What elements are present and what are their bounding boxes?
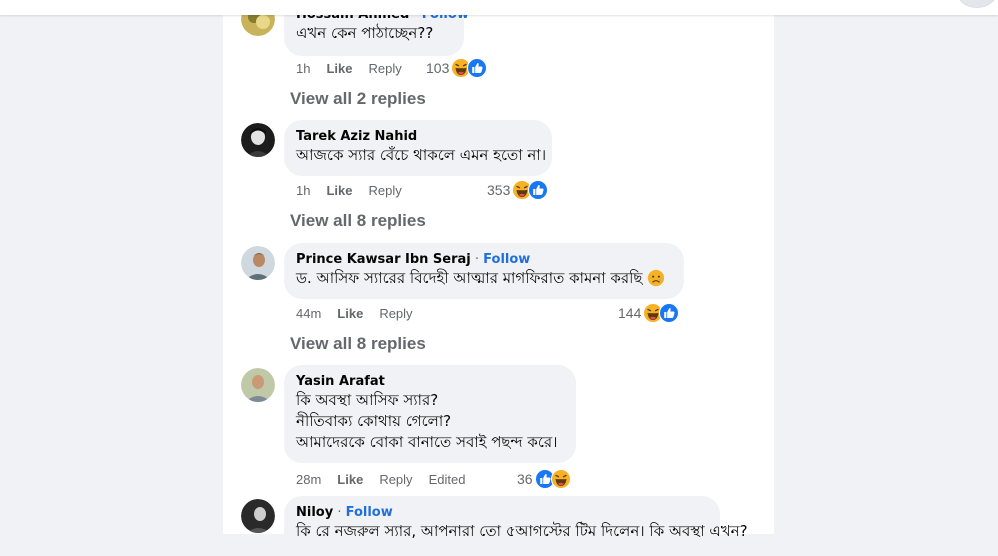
comment-author[interactable]: Yasin Arafat	[296, 374, 385, 389]
comment-author-line: Prince Kawsar Ibn Seraj · Follow	[296, 251, 672, 268]
comment-author-line: Tarek Aziz Nahid	[296, 128, 540, 145]
comment-actions: 28m Like Reply Edited	[296, 472, 481, 488]
haha-icon	[550, 469, 571, 489]
reaction-count: 144	[618, 305, 642, 321]
like-icon	[528, 180, 549, 200]
comments-panel: Hossain Ahmed · Follow এখন কেন পাঠাচ্ছেন…	[223, 0, 774, 556]
separator-dot: ·	[333, 505, 346, 520]
reaction-summary[interactable]: 103	[426, 58, 488, 78]
comment-text: কি অবস্থা আসিফ স্যার?	[296, 391, 439, 409]
account-avatar[interactable]	[956, 0, 998, 8]
like-button[interactable]: Like	[337, 472, 363, 488]
comment-author-line: Niloy · Follow	[296, 504, 708, 521]
comment-text: নীতিবাক্য কোথায় গেলো?	[296, 412, 452, 430]
view-replies-link[interactable]: View all 8 replies	[290, 211, 426, 231]
comment-author-line: Yasin Arafat	[296, 373, 564, 390]
comment-bubble: Prince Kawsar Ibn Seraj · Follow ড. আসিফ…	[284, 243, 684, 299]
top-bar	[0, 0, 998, 15]
like-button[interactable]: Like	[337, 306, 363, 322]
avatar[interactable]	[241, 123, 275, 157]
reaction-count: 103	[426, 60, 450, 76]
comment-text: আমাদেরকে বোকা বানাতে সবাই পছন্দ করে।	[296, 433, 558, 451]
sad-face-icon	[648, 269, 665, 287]
reaction-summary[interactable]: 353	[487, 180, 549, 200]
comment-author[interactable]: Tarek Aziz Nahid	[296, 129, 417, 144]
reaction-summary[interactable]: 144	[618, 303, 680, 323]
reaction-count: 36	[517, 471, 533, 487]
comment-timestamp[interactable]: 44m	[296, 306, 321, 322]
avatar[interactable]	[241, 368, 275, 402]
avatar[interactable]	[241, 246, 275, 280]
reaction-count: 353	[487, 182, 511, 198]
comment-author[interactable]: Prince Kawsar Ibn Seraj	[296, 252, 471, 267]
view-replies-link[interactable]: View all 8 replies	[290, 334, 426, 354]
comment-timestamp[interactable]: 1h	[296, 183, 310, 199]
reply-button[interactable]: Reply	[379, 472, 412, 488]
comment-bubble: Yasin Arafat কি অবস্থা আসিফ স্যার? নীতিব…	[284, 365, 576, 463]
comment-actions: 1h Like Reply	[296, 61, 418, 77]
edited-label[interactable]: Edited	[429, 472, 466, 488]
comment-author[interactable]: Niloy	[296, 505, 333, 520]
like-icon	[467, 58, 488, 78]
reply-button[interactable]: Reply	[379, 306, 412, 322]
reaction-summary[interactable]: 36	[517, 469, 571, 489]
comment-timestamp[interactable]: 28m	[296, 472, 321, 488]
comment-bubble: Niloy · Follow কি রে নজরুল স্যার, আপনারা…	[284, 496, 748, 556]
comment-text: এখন কেন পাঠাচ্ছেন??	[296, 24, 434, 42]
comment-text-line: ড. আসিফ স্যারের বিদেহী আত্মার মাগফিরাত ক…	[296, 268, 672, 289]
like-icon	[659, 303, 680, 323]
comment-actions: 1h Like Reply	[296, 183, 418, 199]
reply-button[interactable]: Reply	[368, 61, 401, 77]
comment-text: কি রে নজরুল স্যার, আপনারা তো ৫আগস্টের টি…	[296, 522, 748, 540]
comment-bubble: Tarek Aziz Nahid আজকে স্যার বেঁচে থাকলে …	[284, 120, 552, 176]
comment-actions: 44m Like Reply	[296, 306, 429, 322]
view-replies-link[interactable]: View all 2 replies	[290, 89, 426, 109]
like-button[interactable]: Like	[326, 183, 352, 199]
comment-text: ড. আসিফ স্যারের বিদেহী আত্মার মাগফিরাত ক…	[296, 269, 643, 287]
separator-dot: ·	[470, 252, 484, 267]
avatar[interactable]	[241, 499, 275, 533]
follow-button[interactable]: Follow	[483, 252, 530, 267]
comment-text: আজকে স্যার বেঁচে থাকলে এমন হতো না।	[296, 146, 547, 164]
like-button[interactable]: Like	[326, 61, 352, 77]
comment-timestamp[interactable]: 1h	[296, 61, 310, 77]
reply-button[interactable]: Reply	[368, 183, 401, 199]
follow-button[interactable]: Follow	[346, 505, 393, 520]
